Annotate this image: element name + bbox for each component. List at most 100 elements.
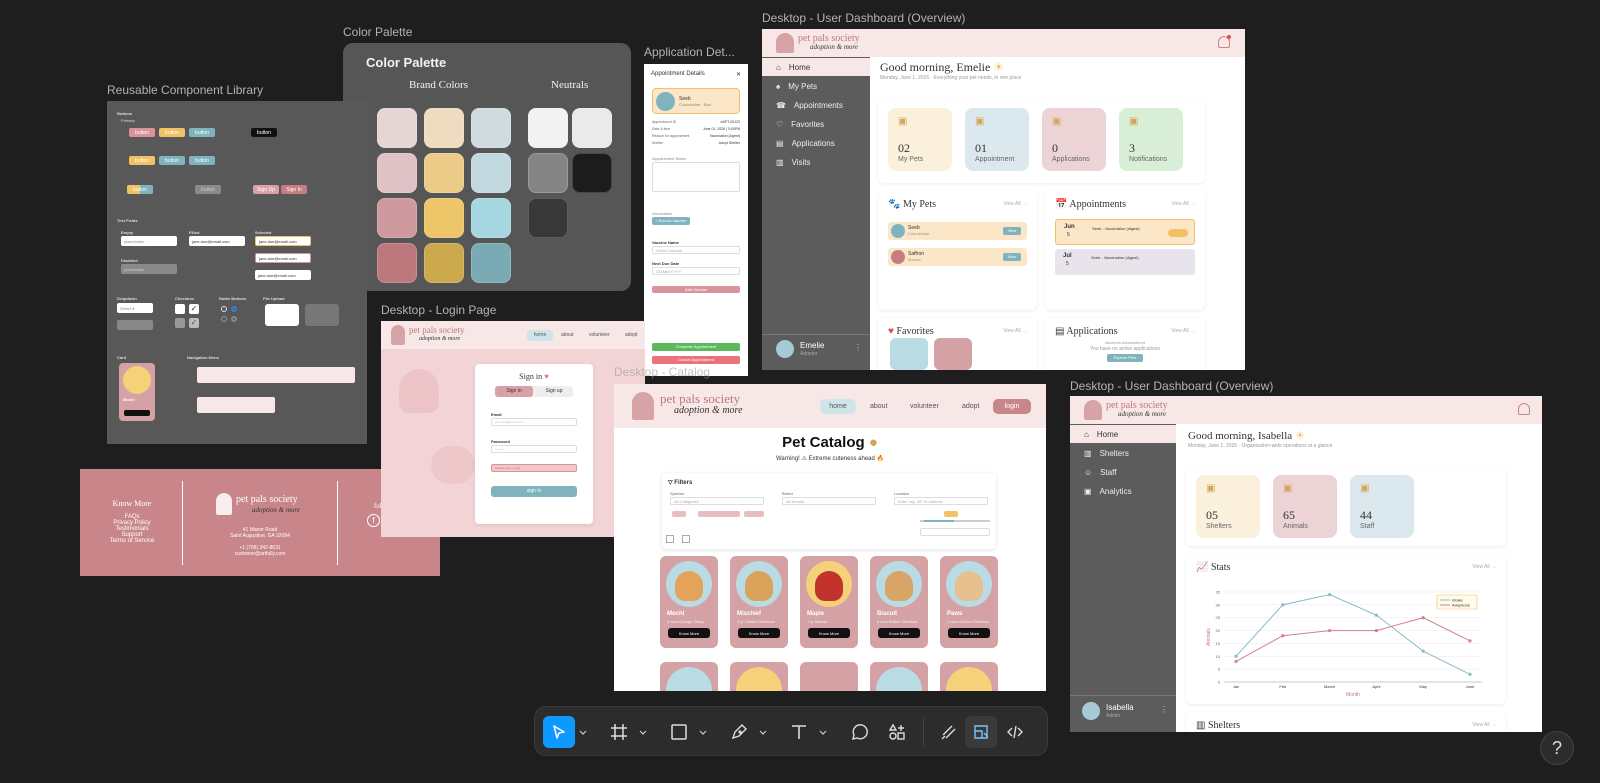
bell-icon[interactable] [1518, 403, 1530, 415]
list-view-icon[interactable] [682, 535, 690, 543]
know-more-button[interactable]: Know More [668, 628, 710, 638]
favorite-pet-2[interactable] [934, 338, 972, 370]
filter-chip[interactable] [744, 511, 764, 517]
dash1-nav-favorites[interactable]: ♡ Favorites [762, 115, 870, 133]
draw-icon[interactable] [933, 716, 965, 748]
catalog-nav-home[interactable]: home [820, 399, 856, 414]
brand-color-swatch[interactable] [424, 198, 464, 238]
pet-card[interactable] [660, 662, 718, 691]
stat-card[interactable]: ▣ 01 Appointment [965, 108, 1029, 171]
actions-icon[interactable] [881, 716, 913, 748]
pet-catalog-frame[interactable]: pet pals society adoption & more home ab… [614, 384, 1046, 691]
dashboard-emelie-frame[interactable]: pet pals society adoption & more ⌂ Home ♠… [762, 29, 1245, 370]
tab-sign-in[interactable]: Sign in [495, 386, 533, 397]
chevron-down-icon[interactable] [579, 728, 587, 736]
stat-card[interactable]: ▣ 65 Animals [1273, 475, 1337, 538]
catalog-login-button[interactable]: login [993, 399, 1031, 414]
stat-card[interactable]: ▣ 3 Notifications [1119, 108, 1183, 171]
chevron-down-icon[interactable] [699, 728, 707, 736]
explore-pets-button[interactable]: Explore Pets [1107, 354, 1143, 362]
neutral-color-swatch[interactable] [528, 198, 568, 238]
frame-icon[interactable] [603, 716, 635, 748]
view-all-link[interactable]: View All → [1472, 722, 1496, 728]
filter-chip[interactable] [672, 511, 686, 517]
pet-card[interactable] [800, 662, 858, 691]
neutral-color-swatch[interactable] [572, 108, 612, 148]
brand-color-swatch[interactable] [471, 243, 511, 283]
pet-card[interactable]: Biscuit 8 mos British Shorthair Know More [870, 556, 928, 648]
stat-card[interactable]: ▣ 05 Shelters [1196, 475, 1260, 538]
view-all-link[interactable]: View All → [1171, 201, 1195, 207]
know-more-button[interactable]: Know More [808, 628, 850, 638]
record-vaccine-button[interactable]: + Record Vaccine [652, 217, 690, 225]
frame-label-library[interactable]: Reusable Component Library [107, 83, 263, 97]
dashboard-isabella-frame[interactable]: pet pals society adoption & more ⌂ Home ▥… [1070, 396, 1542, 732]
brand-color-swatch[interactable] [424, 153, 464, 193]
neutral-color-swatch[interactable] [528, 108, 568, 148]
neutral-color-swatch[interactable] [572, 153, 612, 193]
brand-color-swatch[interactable] [377, 153, 417, 193]
frame-label-palette[interactable]: Color Palette [343, 25, 412, 39]
dash1-nav-visits[interactable]: ▥ Visits [762, 153, 870, 171]
move-icon[interactable] [543, 716, 575, 748]
email-input[interactable]: jane.doe@email.com [491, 418, 577, 426]
stat-card[interactable]: ▣ 0 Applications [1042, 108, 1106, 171]
login-nav-adopt[interactable]: adopt [625, 330, 638, 341]
know-more-button[interactable]: Know More [738, 628, 780, 638]
favorite-pet-1[interactable] [890, 338, 928, 370]
catalog-nav-adopt[interactable]: adopt [962, 399, 980, 414]
brand-color-swatch[interactable] [377, 108, 417, 148]
pet-card[interactable] [940, 662, 998, 691]
appdet-notes-field[interactable] [652, 162, 740, 192]
application-details-frame[interactable]: Appointment Details ✕ Seeb Columbidae · … [644, 64, 748, 376]
frame-label-login[interactable]: Desktop - Login Page [381, 303, 496, 317]
pet-card[interactable]: Paws 1 mos Golden Retriever Know More [940, 556, 998, 648]
pet-card[interactable]: Mischief 3 yr Golden Retriever Know More [730, 556, 788, 648]
view-all-link[interactable]: View All → [1171, 328, 1195, 334]
filter-chip[interactable] [698, 511, 740, 517]
view-all-link[interactable]: View All → [1003, 328, 1027, 334]
frame-label-dash1[interactable]: Desktop - User Dashboard (Overview) [762, 11, 965, 25]
frame-label-dash2[interactable]: Desktop - User Dashboard (Overview) [1070, 379, 1273, 393]
dash2-nav-analytics[interactable]: ▣ Analytics [1070, 482, 1176, 500]
know-more-button[interactable]: Know More [948, 628, 990, 638]
neutral-color-swatch[interactable] [528, 153, 568, 193]
pet-card[interactable]: Mapie 1 yr Macaw Know More [800, 556, 858, 648]
login-nav-about[interactable]: about [561, 330, 574, 341]
tab-sign-up[interactable]: Sign up [535, 386, 573, 397]
view-pet-button[interactable]: View [1003, 227, 1021, 235]
catalog-nav-about[interactable]: about [870, 399, 888, 414]
breed-select[interactable]: All Breeds [782, 497, 876, 505]
footer-link-terms[interactable]: Terms of Service [102, 538, 162, 544]
location-input[interactable]: Enter city, ZIP or address [894, 497, 988, 505]
chevron-down-icon[interactable] [819, 728, 827, 736]
pet-card[interactable] [730, 662, 788, 691]
stat-card[interactable]: ▣ 44 Staff [1350, 475, 1414, 538]
login-page-frame[interactable]: pet pals society adoption & more home ab… [381, 321, 645, 537]
dash1-nav-my-pets[interactable]: ♠ My Pets [762, 77, 870, 95]
facebook-icon[interactable]: f [367, 514, 380, 527]
know-more-button[interactable]: Know More [878, 628, 920, 638]
brand-color-swatch[interactable] [377, 243, 417, 283]
dash2-nav-staff[interactable]: ☺ Staff [1070, 463, 1176, 481]
dash1-nav-applications[interactable]: ▤ Applications [762, 134, 870, 152]
comment-icon[interactable] [843, 716, 875, 748]
password-input[interactable]: •••••••• [491, 445, 577, 453]
next-due-field[interactable]: DD/MM/YYYY [652, 267, 740, 275]
color-palette-frame[interactable]: Color Palette Brand Colors Neutrals [343, 43, 631, 291]
more-vertical-icon[interactable]: ⋮ [1160, 705, 1168, 714]
brand-color-swatch[interactable] [471, 108, 511, 148]
help-button[interactable]: ? [1540, 731, 1574, 765]
dash2-nav-home[interactable]: ⌂ Home [1070, 425, 1176, 443]
view-pet-button[interactable]: View [1003, 253, 1021, 261]
cancel-appointment-button[interactable]: Cancel Appointment [652, 356, 740, 364]
more-vertical-icon[interactable]: ⋮ [854, 343, 862, 352]
rectangle-icon[interactable] [663, 716, 695, 748]
grid-view-icon[interactable] [666, 535, 674, 543]
design-mode-icon[interactable] [965, 716, 997, 748]
stat-card[interactable]: ▣ 02 My Pets [888, 108, 952, 171]
complete-appointment-button[interactable]: Complete Appointment [652, 343, 740, 351]
dash1-nav-home[interactable]: ⌂ Home [762, 58, 870, 76]
species-select[interactable]: All Categories [670, 497, 764, 505]
frame-label-catalog[interactable]: Desktop - Catalog [614, 365, 710, 379]
